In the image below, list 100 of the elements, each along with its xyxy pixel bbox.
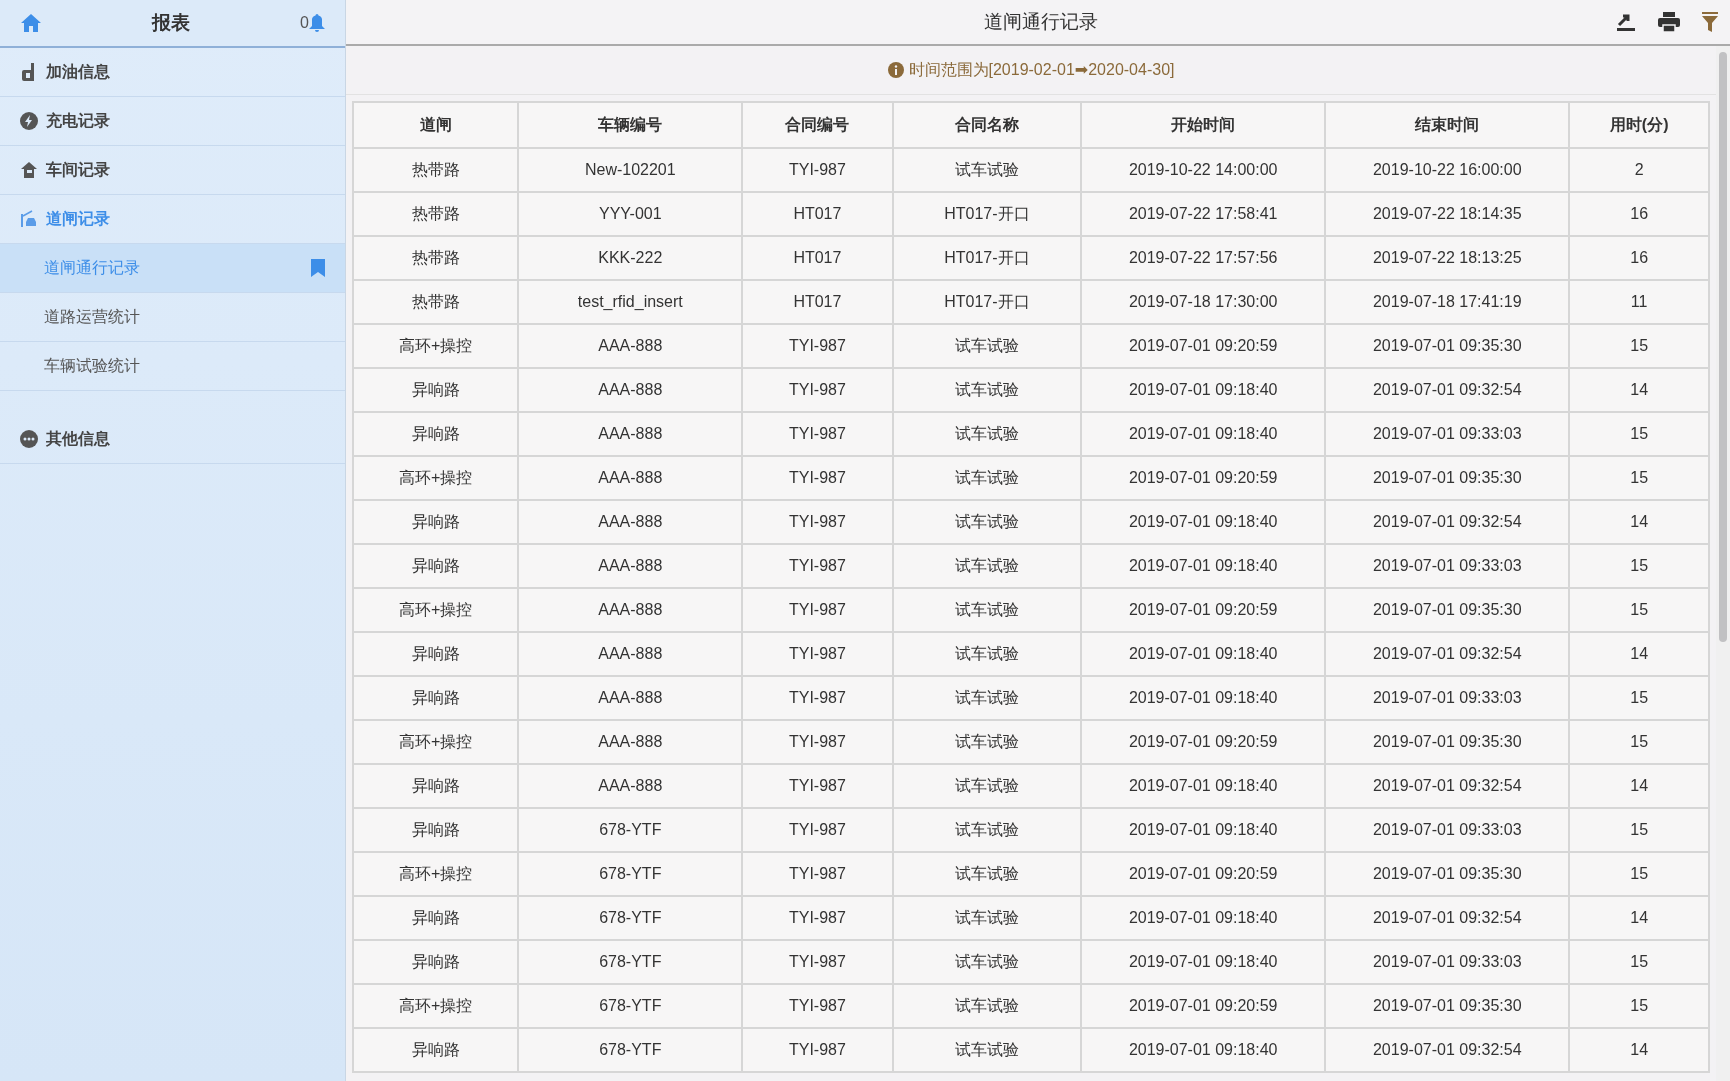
table-cell: 678-YTF: [518, 808, 743, 852]
table-cell: 2019-07-01 09:35:30: [1325, 984, 1570, 1028]
filter-icon[interactable]: [1702, 12, 1718, 32]
column-header: 结束时间: [1325, 102, 1570, 148]
table-cell: TYI-987: [742, 1028, 893, 1072]
table-cell: 2019-07-01 09:18:40: [1081, 896, 1326, 940]
table-cell: 试车试验: [892, 984, 1082, 1028]
table-cell: 15: [1569, 676, 1709, 720]
column-header: 车辆编号: [518, 102, 743, 148]
table-cell: 试车试验: [892, 764, 1082, 808]
print-icon[interactable]: [1658, 12, 1680, 32]
table-cell: 异响路: [353, 368, 519, 412]
table-cell: 2019-07-01 09:20:59: [1081, 852, 1326, 896]
table-cell: 2019-07-01 09:20:59: [1081, 456, 1326, 500]
sidebar-item[interactable]: 车辆试验统计: [0, 342, 345, 391]
table-cell: 试车试验: [892, 500, 1082, 544]
table-cell: 热带路: [353, 148, 519, 192]
table-cell: 试车试验: [892, 412, 1082, 456]
scrollbar[interactable]: [1716, 46, 1730, 1081]
table-cell: TYI-987: [742, 456, 893, 500]
table-cell: 2019-07-01 09:18:40: [1081, 676, 1326, 720]
table-cell: 2019-07-22 18:13:25: [1325, 236, 1570, 280]
table-cell: 15: [1569, 544, 1709, 588]
sidebar-group[interactable]: 充电记录: [0, 97, 345, 146]
info-icon: [887, 62, 904, 78]
table-cell: 试车试验: [892, 148, 1082, 192]
table-cell: 2019-07-01 09:18:40: [1081, 940, 1326, 984]
table-cell: 2019-07-22 17:57:56: [1081, 236, 1326, 280]
table-cell: 2019-07-01 09:32:54: [1325, 764, 1570, 808]
table-cell: 试车试验: [892, 852, 1082, 896]
table-cell: 2019-07-01 09:35:30: [1325, 720, 1570, 764]
sidebar-group[interactable]: 车间记录: [0, 146, 345, 195]
table-cell: 2019-07-01 09:35:30: [1325, 852, 1570, 896]
sidebar-title: 报表: [150, 11, 192, 35]
table-cell: 试车试验: [892, 456, 1082, 500]
table-cell: 异响路: [353, 544, 519, 588]
house-icon: [20, 161, 38, 179]
table-cell: New-102201: [518, 148, 743, 192]
lightning-icon: [20, 112, 38, 130]
table-cell: 2019-07-01 09:35:30: [1325, 324, 1570, 368]
table-cell: TYI-987: [742, 368, 893, 412]
table-cell: 14: [1569, 764, 1709, 808]
column-header: 合同名称: [892, 102, 1082, 148]
table-cell: TYI-987: [742, 148, 893, 192]
table-cell: AAA-888: [518, 544, 743, 588]
table-cell: 15: [1569, 324, 1709, 368]
table-cell: 11: [1569, 280, 1709, 324]
table-cell: 15: [1569, 808, 1709, 852]
table-cell: 试车试验: [892, 588, 1082, 632]
table-cell: HT017: [742, 236, 893, 280]
notification-count: 0: [300, 14, 309, 32]
table-cell: 2019-07-01 09:33:03: [1325, 412, 1570, 456]
table-cell: 试车试验: [892, 632, 1082, 676]
table-cell: HT017: [742, 192, 893, 236]
table-cell: 16: [1569, 236, 1709, 280]
table-cell: 2019-07-01 09:32:54: [1325, 500, 1570, 544]
export-icon[interactable]: [1616, 12, 1636, 32]
table-cell: HT017: [742, 280, 893, 324]
date-range-notice: 时间范围为[2019-02-01➡2020-04-30]: [908, 59, 1175, 80]
table-cell: test_rfid_insert: [518, 280, 743, 324]
table-cell: 2019-07-01 09:32:54: [1325, 1028, 1570, 1072]
table-cell: 2019-07-18 17:41:19: [1325, 280, 1570, 324]
table-cell: 试车试验: [892, 808, 1082, 852]
fuel-icon: [22, 63, 36, 81]
table-cell: TYI-987: [742, 940, 893, 984]
table-cell: 高环+操控: [353, 852, 519, 896]
table-cell: 15: [1569, 940, 1709, 984]
sidebar-group[interactable]: 加油信息: [0, 48, 345, 97]
table-cell: 14: [1569, 1028, 1709, 1072]
table-cell: AAA-888: [518, 500, 743, 544]
bookmark-icon[interactable]: [311, 259, 325, 277]
bell-icon[interactable]: [309, 14, 325, 32]
table-cell: 异响路: [353, 500, 519, 544]
table-cell: 678-YTF: [518, 852, 743, 896]
table-cell: 678-YTF: [518, 984, 743, 1028]
table-cell: 2019-07-01 09:32:54: [1325, 896, 1570, 940]
table-cell: 2019-07-01 09:18:40: [1081, 500, 1326, 544]
home-icon[interactable]: [20, 13, 42, 33]
table-cell: 2019-07-01 09:33:03: [1325, 808, 1570, 852]
table-cell: 2: [1569, 148, 1709, 192]
table-cell: 14: [1569, 896, 1709, 940]
table-cell: TYI-987: [742, 544, 893, 588]
table-cell: 高环+操控: [353, 720, 519, 764]
table-cell: 2019-10-22 16:00:00: [1325, 148, 1570, 192]
table-cell: 高环+操控: [353, 324, 519, 368]
table-cell: 试车试验: [892, 1028, 1082, 1072]
table-cell: 15: [1569, 984, 1709, 1028]
table-cell: 试车试验: [892, 940, 1082, 984]
sidebar-group[interactable]: 其他信息: [0, 415, 345, 464]
table-cell: 试车试验: [892, 544, 1082, 588]
table-cell: AAA-888: [518, 412, 743, 456]
table-cell: 高环+操控: [353, 984, 519, 1028]
table-cell: 15: [1569, 588, 1709, 632]
table-cell: TYI-987: [742, 720, 893, 764]
sidebar-item[interactable]: 道路运营统计: [0, 293, 345, 342]
table-cell: 试车试验: [892, 676, 1082, 720]
table-cell: KKK-222: [518, 236, 743, 280]
table-cell: TYI-987: [742, 324, 893, 368]
table-cell: HT017-开口: [892, 280, 1082, 324]
table-cell: 2019-07-01 09:32:54: [1325, 632, 1570, 676]
